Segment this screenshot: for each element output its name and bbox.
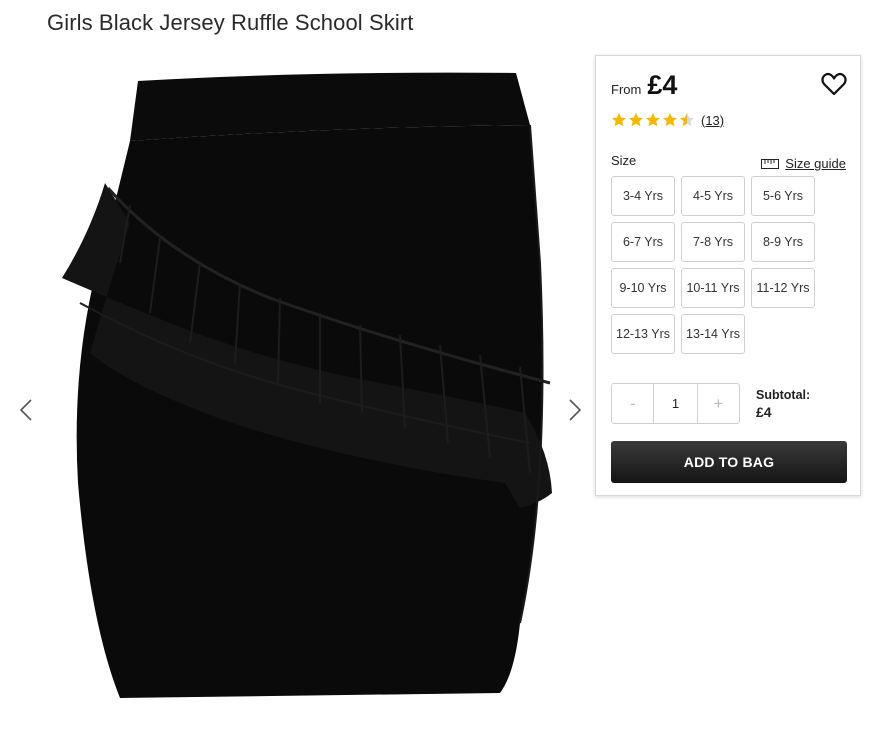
size-label: Size [611, 153, 637, 168]
size-option[interactable]: 11-12 Yrs [751, 268, 815, 308]
review-count-link[interactable]: (13) [701, 113, 724, 128]
size-option[interactable]: 8-9 Yrs [751, 222, 815, 262]
subtotal-label: Subtotal: [756, 388, 811, 402]
price-from-label: From [611, 82, 642, 97]
star-icon [646, 113, 660, 127]
star-icon [680, 113, 694, 127]
quantity-increase-button[interactable]: + [698, 384, 739, 423]
star-rating [611, 112, 695, 128]
size-option[interactable]: 13-14 Yrs [681, 314, 745, 354]
star-icon [663, 113, 677, 127]
subtotal-value: £4 [756, 404, 772, 420]
star-icon [629, 113, 643, 127]
size-option[interactable]: 10-11 Yrs [681, 268, 745, 308]
quantity-decrease-button[interactable]: - [612, 384, 653, 423]
product-gallery [0, 55, 590, 743]
size-option[interactable]: 12-13 Yrs [611, 314, 675, 354]
gallery-next-button[interactable] [563, 395, 587, 425]
price: From £4 [611, 70, 677, 101]
size-option[interactable]: 6-7 Yrs [611, 222, 675, 262]
rating: (13) [611, 112, 724, 128]
chevron-right-icon [569, 399, 582, 421]
size-option[interactable]: 9-10 Yrs [611, 268, 675, 308]
product-title: Girls Black Jersey Ruffle School Skirt [47, 10, 414, 35]
size-option[interactable]: 3-4 Yrs [611, 176, 675, 216]
subtotal: Subtotal: £4 [756, 387, 810, 421]
size-option[interactable]: 5-6 Yrs [751, 176, 815, 216]
size-guide-link[interactable]: Size guide [761, 156, 846, 171]
product-image [62, 72, 552, 698]
size-option[interactable]: 4-5 Yrs [681, 176, 745, 216]
quantity-input[interactable]: 1 [653, 384, 698, 423]
add-to-bag-button[interactable]: ADD TO BAG [611, 441, 847, 483]
purchase-panel: From £4 (13) Size Size guide 3-4 Yrs 4-5 … [595, 55, 861, 496]
gallery-prev-button[interactable] [14, 395, 38, 425]
size-option[interactable]: 7-8 Yrs [681, 222, 745, 262]
wishlist-heart-icon[interactable] [820, 70, 848, 98]
quantity-stepper: - 1 + [611, 383, 740, 424]
price-value: £4 [647, 70, 678, 100]
size-guide-label: Size guide [785, 156, 846, 171]
ruler-icon [761, 158, 780, 169]
chevron-left-icon [19, 399, 32, 421]
star-icon [612, 113, 626, 127]
